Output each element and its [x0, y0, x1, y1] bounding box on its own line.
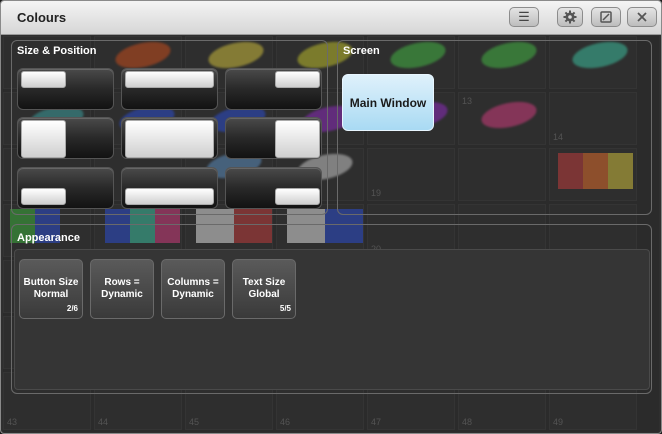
- rows-label: Rows =: [104, 277, 140, 288]
- position-bottom-right-button[interactable]: [225, 167, 322, 209]
- button-size-button[interactable]: Button Size Normal 2/6: [19, 259, 83, 319]
- position-top-button[interactable]: [121, 68, 218, 110]
- position-right-button[interactable]: [225, 117, 322, 159]
- gear-icon: [563, 10, 577, 24]
- text-size-button[interactable]: Text Size Global 5/5: [232, 259, 296, 319]
- button-size-count: 2/6: [66, 304, 78, 313]
- columns-value: Dynamic: [172, 289, 214, 300]
- colours-window: Colours ☰ 13 14 19 43 44 45 46 47 48 49 …: [0, 0, 662, 434]
- menu-icon: ☰: [518, 9, 530, 24]
- window-title: Colours: [17, 10, 67, 25]
- position-bottom-button[interactable]: [121, 167, 218, 209]
- menu-button[interactable]: ☰: [509, 7, 539, 27]
- resize-button[interactable]: [591, 7, 621, 27]
- text-size-count: 5/5: [279, 304, 291, 313]
- button-size-label: Button Size: [23, 277, 79, 288]
- appearance-title: Appearance: [17, 232, 80, 244]
- text-size-value: Global: [248, 289, 280, 300]
- position-full-button[interactable]: [121, 117, 218, 159]
- columns-label: Columns =: [167, 277, 219, 288]
- settings-button[interactable]: [557, 7, 583, 27]
- resize-icon: [600, 11, 612, 23]
- rows-value: Dynamic: [101, 289, 143, 300]
- main-window-button[interactable]: Main Window: [342, 74, 434, 131]
- screen-title: Screen: [343, 45, 380, 57]
- rows-button[interactable]: Rows = Dynamic: [90, 259, 154, 319]
- size-position-title: Size & Position: [17, 45, 97, 57]
- position-top-right-button[interactable]: [225, 68, 322, 110]
- position-bottom-left-button[interactable]: [17, 167, 114, 209]
- text-size-label: Text Size: [242, 277, 286, 288]
- position-left-button[interactable]: [17, 117, 114, 159]
- close-button[interactable]: [627, 7, 657, 27]
- close-icon: [637, 12, 647, 22]
- position-top-left-button[interactable]: [17, 68, 114, 110]
- title-bar: Colours ☰: [1, 1, 661, 35]
- button-size-value: Normal: [33, 289, 69, 300]
- columns-button[interactable]: Columns = Dynamic: [161, 259, 225, 319]
